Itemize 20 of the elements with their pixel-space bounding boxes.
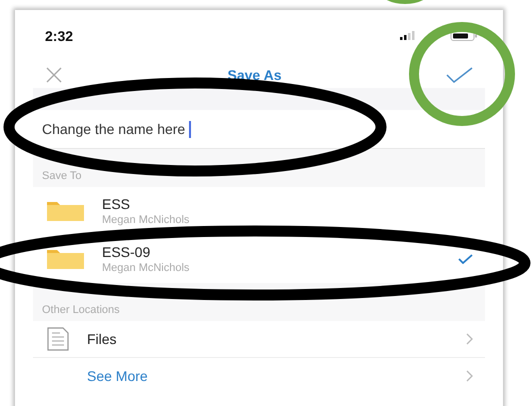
section-header: Other Locations — [42, 304, 120, 316]
folder-icon — [47, 249, 84, 269]
folder-owner: Megan McNichols — [102, 262, 190, 274]
see-more-link: See More — [87, 368, 149, 384]
folder-owner: Megan McNichols — [102, 214, 190, 226]
location-name: Files — [87, 331, 118, 347]
close-button[interactable] — [45, 66, 63, 84]
folder-name: ESS — [102, 196, 132, 212]
folder-row[interactable]: ESS Megan McNichols — [33, 187, 485, 235]
chevron-right-icon — [466, 370, 473, 382]
document-icon — [47, 327, 69, 351]
status-time: 2:32 — [45, 28, 74, 44]
folder-name: ESS-09 — [102, 244, 152, 260]
location-row[interactable]: See More — [33, 358, 485, 394]
done-button[interactable] — [446, 67, 473, 83]
section-header: Save To — [42, 170, 82, 182]
location-row[interactable]: Files — [33, 321, 485, 358]
chevron-right-icon — [466, 333, 473, 345]
folder-row[interactable]: ESS-09 Megan McNichols — [33, 235, 485, 283]
folder-icon — [47, 201, 84, 221]
